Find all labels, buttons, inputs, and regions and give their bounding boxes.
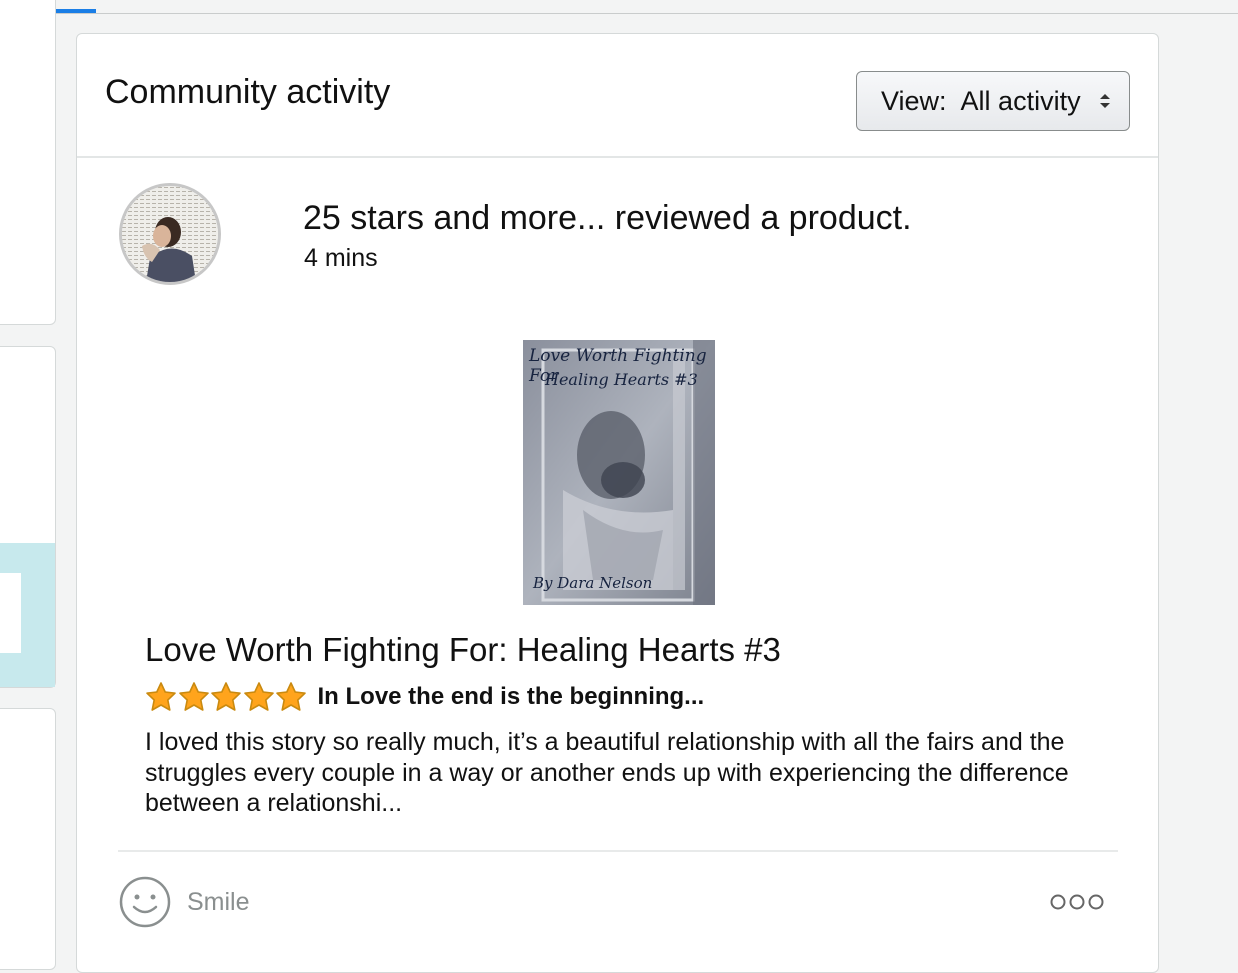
avatar-image [122, 186, 218, 282]
card-title: Community activity [105, 73, 391, 111]
avatar[interactable] [119, 183, 221, 285]
star-icon [243, 682, 274, 711]
review-headline[interactable]: In Love the end is the beginning... [318, 682, 705, 712]
more-options-icon[interactable] [1049, 891, 1105, 913]
review-rating-row: In Love the end is the beginning... [145, 680, 704, 714]
star-icon [211, 682, 241, 711]
left-sidebar-card-2[interactable] [0, 346, 56, 688]
top-divider [0, 13, 1238, 14]
view-filter-select[interactable]: View: All activity [856, 71, 1130, 131]
star-rating [145, 681, 308, 713]
product-title[interactable]: Love Worth Fighting For: Healing Hearts … [145, 630, 781, 670]
star-icon [146, 682, 176, 711]
card-header: Community activity View: All activity [77, 34, 1158, 158]
chevron-updown-icon [1100, 94, 1110, 108]
left-sidebar-card-3[interactable] [0, 708, 56, 970]
left-sidebar-card-1[interactable] [0, 0, 56, 325]
left-sidebar-highlight-inner [0, 573, 21, 653]
view-filter-value: All activity [960, 85, 1081, 116]
view-filter-label: View: [881, 85, 947, 116]
smile-label: Smile [187, 887, 250, 916]
review-body[interactable]: I loved this story so really much, it’s … [145, 727, 1105, 819]
footer-divider [118, 850, 1118, 852]
left-sidebar-highlight [0, 543, 55, 687]
smile-button[interactable]: Smile [119, 876, 250, 928]
star-icon [276, 682, 306, 711]
product-cover-image[interactable]: Love Worth Fighting For Healing Hearts #… [523, 340, 715, 605]
activity-timestamp: 4 mins [304, 244, 378, 272]
activity-description[interactable]: 25 stars and more... reviewed a product. [303, 198, 912, 238]
cover-author-text: By Dara Nelson [533, 574, 653, 592]
smile-icon [119, 876, 171, 928]
star-icon [178, 682, 209, 711]
community-activity-card: Community activity View: All activity 25… [76, 33, 1159, 973]
cover-subtitle-text: Healing Hearts #3 [545, 370, 698, 389]
